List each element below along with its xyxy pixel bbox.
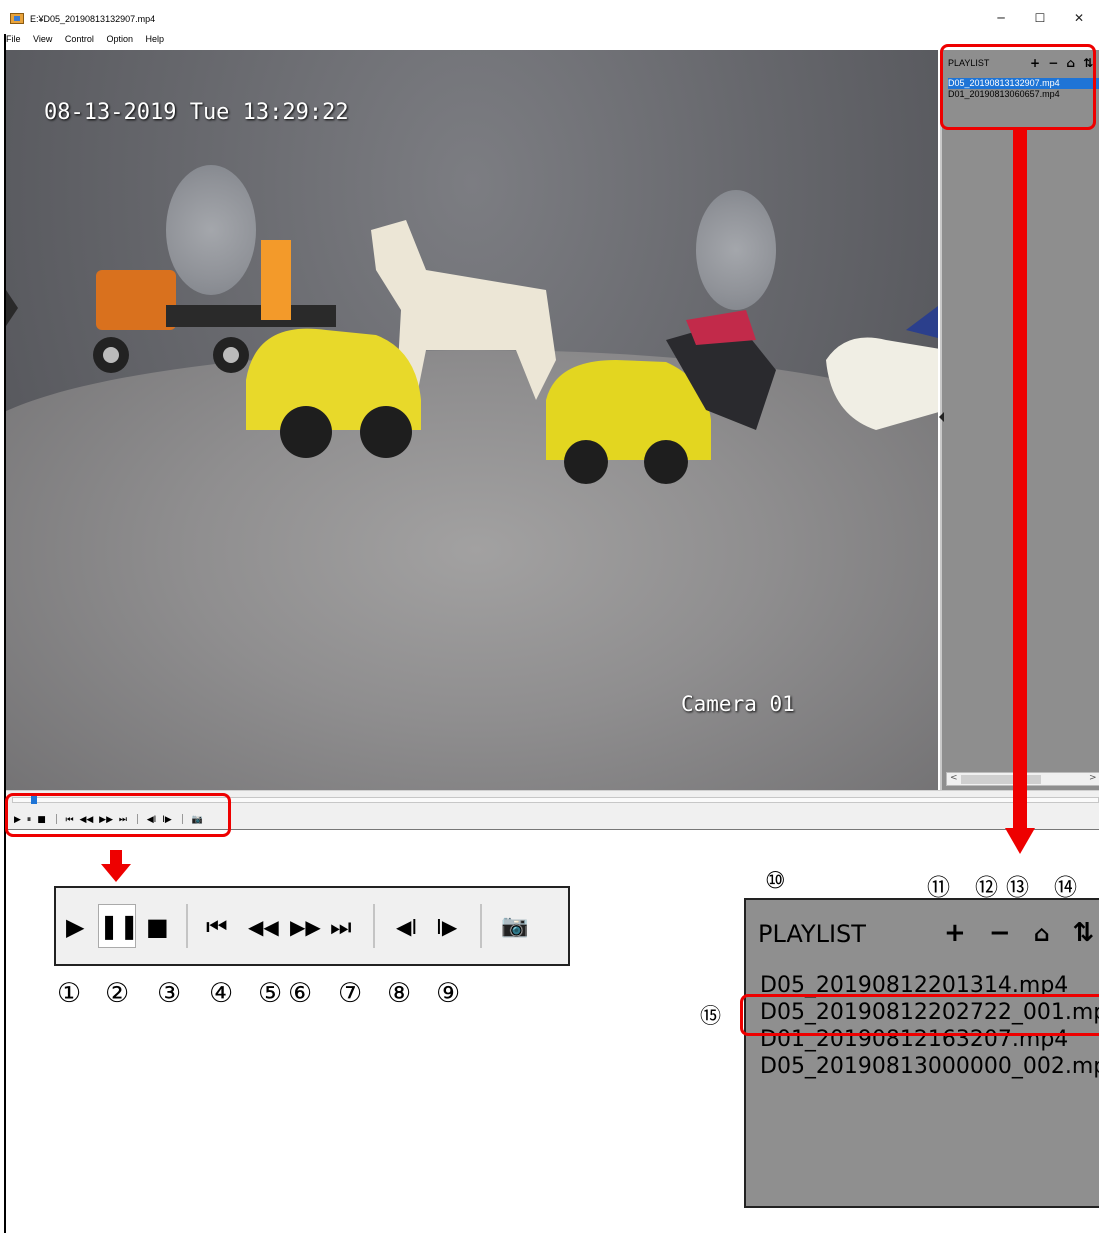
- menu-bar: File View Control Option Help: [6, 34, 174, 50]
- scroll-left-icon[interactable]: <: [950, 773, 958, 783]
- callout-12: ⑫: [975, 875, 998, 901]
- title-bar: E:¥D05_20190813132907.mp4 ─ ☐ ✕: [0, 0, 1099, 34]
- callout-4: ④: [209, 978, 234, 1009]
- video-display[interactable]: 08-13-2019 Tue 13:29:22 Camera 01: [6, 50, 938, 790]
- annotation-arrow-shaft: [1013, 130, 1027, 830]
- callout-1: ①: [57, 978, 82, 1009]
- remove-file-icon[interactable]: −: [989, 918, 1011, 948]
- frame-back-icon[interactable]: ◀Ⅰ: [396, 914, 417, 940]
- previous-icon[interactable]: ⏮: [206, 914, 228, 940]
- callout-6: ⑥: [288, 978, 313, 1009]
- frame-forward-icon[interactable]: Ⅰ▶: [436, 914, 457, 940]
- rewind-icon[interactable]: ◀◀: [248, 914, 279, 940]
- callout-8: ⑧: [387, 978, 412, 1009]
- callout-14: ⑭: [1054, 875, 1077, 901]
- callout-5: ⑤: [258, 978, 283, 1009]
- scroll-thumb[interactable]: [961, 775, 1041, 784]
- callout-15: ⑮: [700, 1004, 721, 1028]
- divider: [186, 904, 188, 948]
- video-camera-label: Camera 01: [681, 692, 795, 716]
- playlist-header: PLAYLIST: [758, 920, 866, 948]
- video-timestamp: 08-13-2019 Tue 13:29:22: [44, 100, 349, 125]
- annotation-box-playlist: [940, 44, 1096, 130]
- pause-icon[interactable]: ❚❚: [98, 904, 139, 948]
- annotation-arrow-head-small: [101, 864, 131, 882]
- annotation-box-controls: [5, 793, 231, 837]
- fast-forward-icon[interactable]: ▶▶: [290, 914, 321, 940]
- annotation-arrow-head: [1005, 828, 1035, 854]
- menu-view[interactable]: View: [33, 34, 52, 44]
- close-button[interactable]: ✕: [1069, 12, 1089, 26]
- playlist-toolbar: + − ⌂ ⇅: [944, 918, 1099, 948]
- menu-option[interactable]: Option: [106, 34, 133, 44]
- panel-collapse-icon[interactable]: [939, 412, 944, 422]
- annotation-box-playlist-item: [740, 994, 1099, 1036]
- maximize-button[interactable]: ☐: [1030, 12, 1050, 26]
- sort-icon[interactable]: ⇅: [1073, 918, 1095, 948]
- video-edge-marker: [6, 290, 18, 326]
- next-icon[interactable]: ⏭: [330, 914, 352, 940]
- video-scene-toys: [93, 220, 938, 484]
- window-title: E:¥D05_20190813132907.mp4: [30, 14, 156, 24]
- menu-file[interactable]: File: [6, 34, 21, 44]
- callout-3: ③: [157, 978, 182, 1009]
- callout-13: ⑬: [1006, 875, 1029, 901]
- add-file-icon[interactable]: +: [944, 918, 966, 948]
- callout-11: ⑪: [927, 875, 950, 901]
- callout-10: ⑩: [765, 868, 786, 894]
- divider: [373, 904, 375, 948]
- menu-control[interactable]: Control: [65, 34, 94, 44]
- callout-9: ⑨: [436, 978, 461, 1009]
- snapshot-icon[interactable]: 📷: [501, 914, 528, 940]
- clear-list-icon[interactable]: ⌂: [1034, 922, 1050, 947]
- playlist-item[interactable]: D05_20190813000000_002.mp4: [760, 1053, 1099, 1080]
- play-icon[interactable]: ▶: [66, 914, 84, 940]
- menu-help[interactable]: Help: [145, 34, 164, 44]
- app-icon: [10, 13, 24, 24]
- stop-icon[interactable]: ■: [146, 914, 169, 940]
- control-bar-enlarged: ▶ ❚❚ ■ ⏮ ◀◀ ▶▶ ⏭ ◀Ⅰ Ⅰ▶ 📷: [54, 886, 570, 966]
- scroll-right-icon[interactable]: >: [1089, 773, 1097, 783]
- playlist-enlarged: PLAYLIST + − ⌂ ⇅ D05_20190812201314.mp4 …: [744, 898, 1099, 1208]
- callout-7: ⑦: [338, 978, 363, 1009]
- minimize-button[interactable]: ─: [991, 12, 1011, 26]
- divider: [480, 904, 482, 948]
- callout-2: ②: [105, 978, 130, 1009]
